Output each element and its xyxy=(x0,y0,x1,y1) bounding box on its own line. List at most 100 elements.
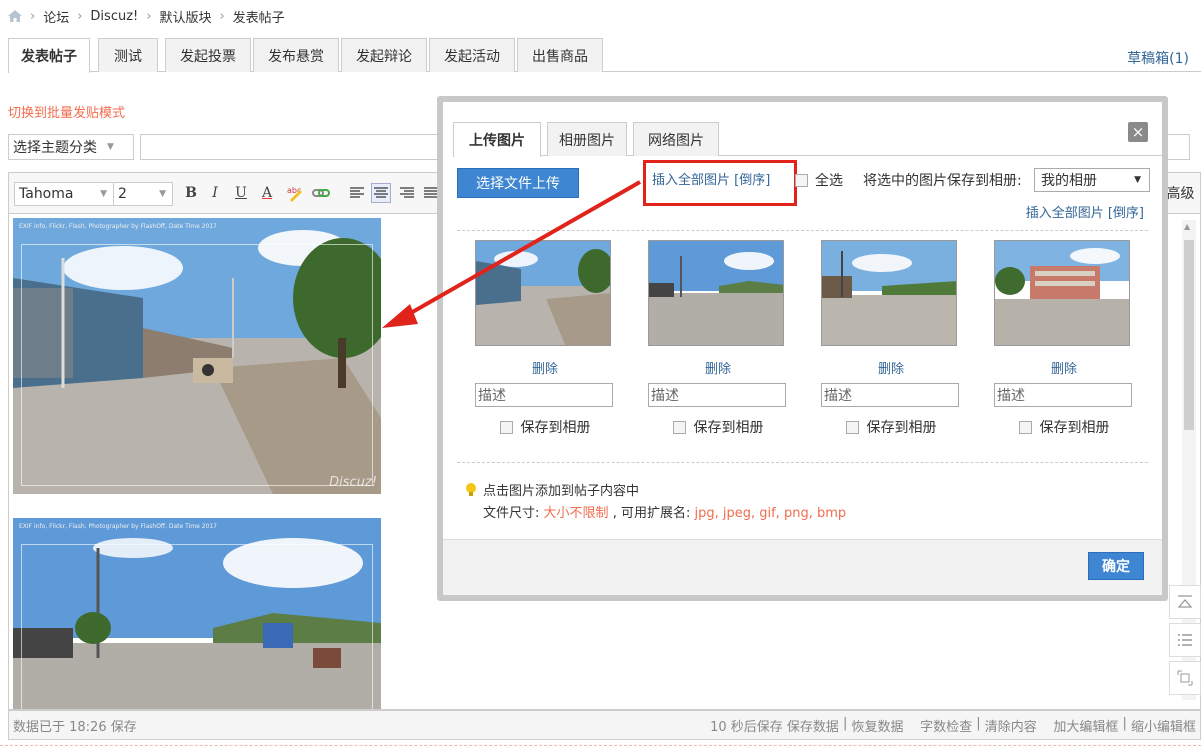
tab-poll[interactable]: 发起投票 xyxy=(165,38,251,72)
image-upload-dialog: 上传图片 相册图片 网络图片 × 选择文件上传 插入全部图片 [倒序] 全选 将… xyxy=(437,96,1168,601)
align-center-icon[interactable] xyxy=(371,183,391,203)
breadcrumb: › 论坛 › Discuz! › 默认版块 › 发表帖子 xyxy=(8,6,285,26)
upload-item: 删除 描述 保存到相册 xyxy=(475,240,615,437)
list-icon[interactable] xyxy=(1169,623,1201,657)
album-select[interactable]: 我的相册 ▼ xyxy=(1034,168,1150,192)
upload-item: 删除 描述 保存到相册 xyxy=(648,240,788,437)
link-icon[interactable] xyxy=(311,183,331,203)
upload-item: 删除 描述 保存到相册 xyxy=(994,240,1134,437)
file-size-info: 文件尺寸: 大小不限制 , 可用扩展名: jpg, jpeg, gif, png… xyxy=(483,502,846,521)
chevron-down-icon: ▼ xyxy=(100,189,107,199)
tab-sell[interactable]: 出售商品 xyxy=(517,38,603,72)
align-right-icon[interactable] xyxy=(397,183,417,203)
back-to-top-icon[interactable] xyxy=(1169,585,1201,619)
chevron-down-icon: ▼ xyxy=(107,142,114,152)
home-icon[interactable] xyxy=(8,10,22,22)
fullscreen-icon[interactable] xyxy=(1169,661,1201,695)
description-input[interactable]: 描述 xyxy=(475,383,613,407)
uploaded-thumbnail[interactable] xyxy=(648,240,784,346)
tab-debate[interactable]: 发起辩论 xyxy=(341,38,427,72)
post-editor-page: › 论坛 › Discuz! › 默认版块 › 发表帖子 发表帖子 测试 发起投… xyxy=(0,0,1201,750)
save-to-album-label: 将选中的图片保存到相册: xyxy=(863,173,1022,189)
close-icon[interactable]: × xyxy=(1128,122,1148,142)
description-input[interactable]: 描述 xyxy=(821,383,959,407)
breadcrumb-current: 发表帖子 xyxy=(232,10,285,26)
font-color-button[interactable]: A xyxy=(257,183,277,203)
upload-tip-text: 点击图片添加到帖子内容中 xyxy=(483,484,640,499)
restore-data-link[interactable]: 恢复数据 xyxy=(852,716,904,735)
autosave-status: 数据已于 18:26 保存 xyxy=(13,719,137,735)
delete-link[interactable]: 删除 xyxy=(648,358,788,377)
select-file-upload-button[interactable]: 选择文件上传 xyxy=(457,168,579,198)
uploaded-thumbnail[interactable] xyxy=(821,240,957,346)
save-to-album-option[interactable]: 保存到相册 xyxy=(821,417,961,437)
post-image-2[interactable]: EXIF info, Flickr, Flash, Photographer b… xyxy=(13,518,381,709)
save-to-album-text: 保存到相册 xyxy=(693,420,764,436)
scroll-up-icon[interactable]: ▲ xyxy=(1184,222,1190,231)
save-to-album-text: 保存到相册 xyxy=(1039,420,1110,436)
breadcrumb-board[interactable]: 默认版块 xyxy=(159,7,211,26)
delete-link[interactable]: 删除 xyxy=(994,358,1134,377)
align-left-icon[interactable] xyxy=(347,183,367,203)
font-family-select[interactable]: Tahoma ▼ xyxy=(14,182,114,206)
save-to-album-option[interactable]: 保存到相册 xyxy=(648,417,788,437)
save-to-album-checkbox[interactable] xyxy=(845,420,859,434)
watermark: Discuz! xyxy=(329,475,377,490)
tab-new-post[interactable]: 发表帖子 xyxy=(8,38,90,73)
tab-album-image[interactable]: 相册图片 xyxy=(547,122,627,156)
enlarge-editor-link[interactable]: 加大编辑框 xyxy=(1053,716,1118,735)
highlight-icon[interactable]: abc xyxy=(285,183,305,203)
tab-reward[interactable]: 发布悬赏 xyxy=(253,38,339,72)
font-size-select[interactable]: 2 ▼ xyxy=(113,182,173,206)
save-to-album-checkbox[interactable] xyxy=(1018,420,1032,434)
description-input[interactable]: 描述 xyxy=(994,383,1132,407)
chevron-down-icon: ▼ xyxy=(159,189,166,199)
category-select[interactable]: 选择主题分类 ▼ xyxy=(8,134,134,160)
breadcrumb-forum[interactable]: 论坛 xyxy=(43,7,69,26)
delete-link[interactable]: 删除 xyxy=(821,358,961,377)
confirm-button[interactable]: 确定 xyxy=(1088,552,1144,580)
post-image-1[interactable]: EXIF info, Flickr, Flash, Photographer b… xyxy=(13,218,381,494)
upload-tip: 点击图片添加到帖子内容中 xyxy=(465,480,639,499)
drafts-link[interactable]: 草稿箱(1) xyxy=(1127,48,1189,68)
switch-batch-mode-link[interactable]: 切换到批量发贴模式 xyxy=(8,102,125,121)
exif-overlay: EXIF info, Flickr, Flash, Photographer b… xyxy=(19,223,217,230)
divider xyxy=(457,230,1148,231)
breadcrumb-discuz[interactable]: Discuz! xyxy=(90,9,138,24)
save-to-album-option[interactable]: 保存到相册 xyxy=(475,417,615,437)
bold-button[interactable]: B xyxy=(181,183,201,203)
shrink-editor-link[interactable]: 缩小编辑框 xyxy=(1131,716,1196,735)
delete-link[interactable]: 删除 xyxy=(475,358,615,377)
scroll-thumb[interactable] xyxy=(1184,240,1194,430)
exif-overlay: EXIF info, Flickr, Flash, Photographer b… xyxy=(19,523,217,530)
tab-web-image[interactable]: 网络图片 xyxy=(633,122,719,156)
select-all-label: 全选 xyxy=(815,173,843,189)
description-input[interactable]: 描述 xyxy=(648,383,786,407)
word-count-link[interactable]: 字数检查 xyxy=(920,716,972,735)
file-size-label: 文件尺寸: xyxy=(483,506,540,521)
clear-content-link[interactable]: 清除内容 xyxy=(985,716,1037,735)
insert-all-reverse-link[interactable]: 插入全部图片 [倒序] xyxy=(652,169,770,188)
italic-button[interactable]: I xyxy=(205,183,225,203)
divider xyxy=(457,462,1148,463)
category-select-value: 选择主题分类 xyxy=(13,140,97,156)
insert-all-link[interactable]: 插入全部图片 [倒序] xyxy=(1026,202,1144,221)
select-all-checkbox[interactable] xyxy=(795,174,808,187)
file-size-value: 大小不限制 xyxy=(543,506,609,521)
tab-test[interactable]: 测试 xyxy=(98,38,158,72)
extensions-label: , 可用扩展名: xyxy=(612,506,691,521)
save-to-album-option[interactable]: 保存到相册 xyxy=(994,417,1134,437)
tab-activity[interactable]: 发起活动 xyxy=(429,38,515,72)
chevron-down-icon: ▼ xyxy=(1134,175,1141,185)
save-to-album-checkbox[interactable] xyxy=(499,420,513,434)
uploaded-thumbnail[interactable] xyxy=(475,240,611,346)
tab-upload-image[interactable]: 上传图片 xyxy=(453,122,541,157)
save-to-album-text: 保存到相册 xyxy=(866,420,937,436)
lightbulb-icon xyxy=(466,482,476,496)
image-frame xyxy=(21,544,373,709)
save-to-album-checkbox[interactable] xyxy=(672,420,686,434)
underline-button[interactable]: U xyxy=(231,183,251,203)
uploaded-thumbnail[interactable] xyxy=(994,240,1130,346)
autosave-action[interactable]: 10 秒后保存 保存数据 xyxy=(710,716,839,735)
editor-status-bar: 数据已于 18:26 保存 10 秒后保存 保存数据 | 恢复数据 字数检查 |… xyxy=(8,710,1201,740)
